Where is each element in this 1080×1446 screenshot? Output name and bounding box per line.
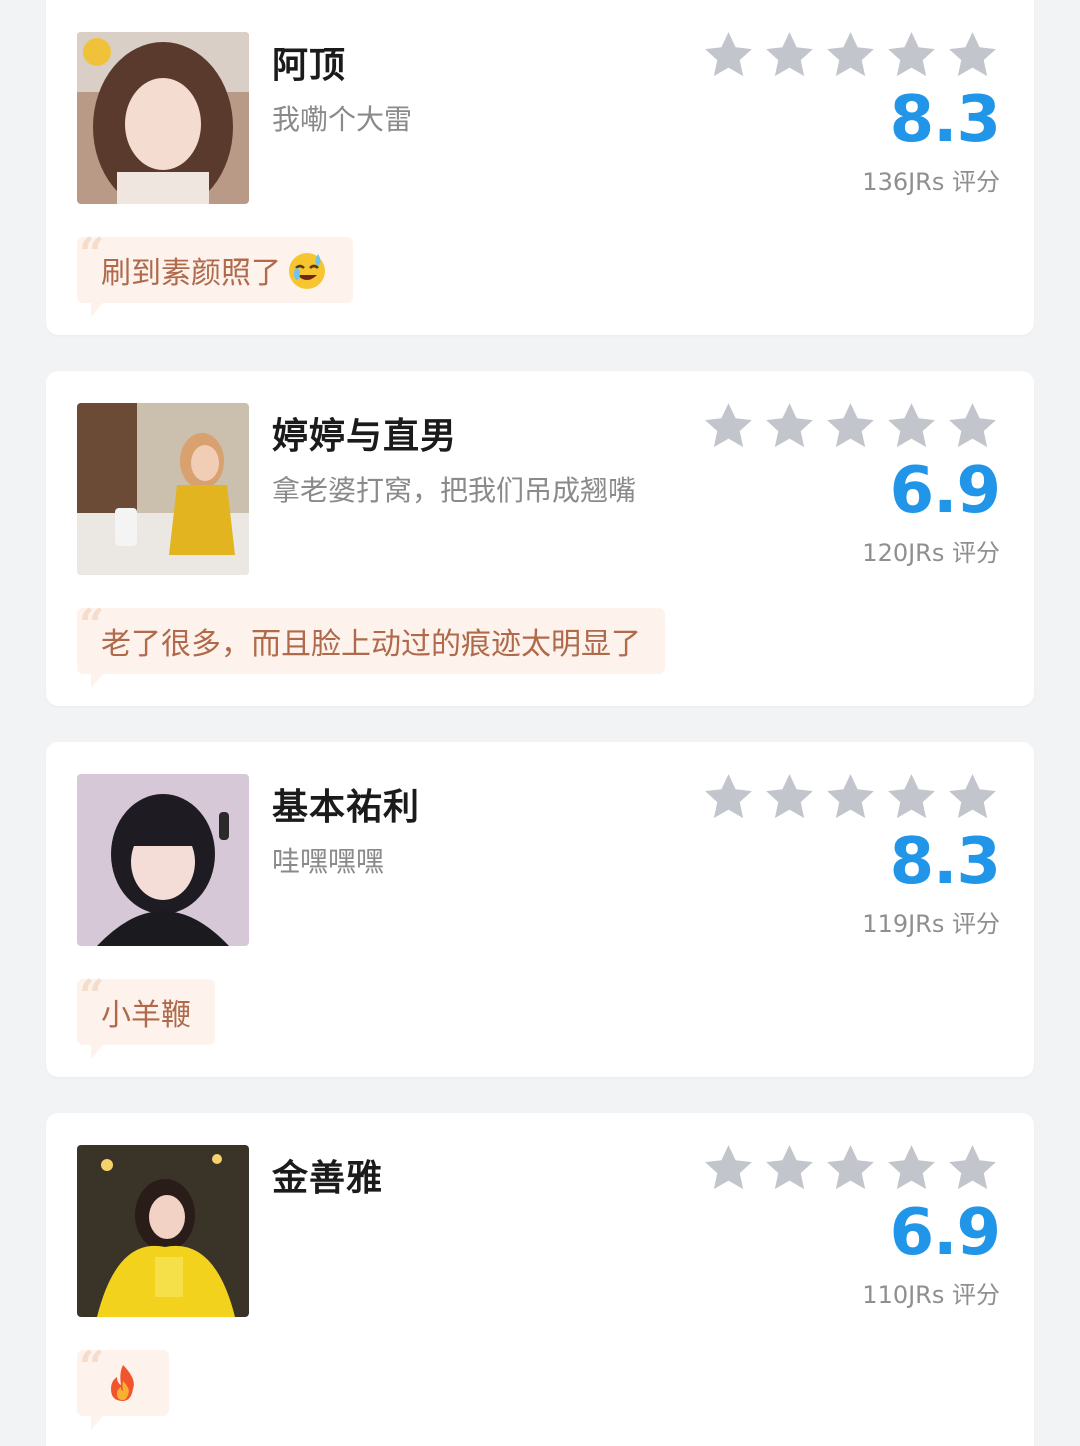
star-icon[interactable] — [701, 399, 756, 454]
rating-card[interactable]: 阿顶 我嘞个大雷 8.3 136JRs 评分 “ 刷到素颜照了 — [46, 0, 1034, 335]
star-icon[interactable] — [823, 770, 878, 825]
creator-subtitle: 拿老婆打窝，把我们吊成翘嘴 — [272, 474, 637, 507]
comment-text: 小羊鞭 — [101, 998, 191, 1033]
rating-card[interactable]: 金善雅 6.9 110JRs 评分 “ — [46, 1113, 1034, 1446]
score-value: 8.3 — [889, 825, 1001, 899]
star-rating[interactable] — [701, 770, 1000, 825]
avatar[interactable] — [77, 403, 249, 575]
sweat-laugh-emoji-icon — [285, 248, 329, 292]
creator-name: 婷婷与直男 — [272, 416, 458, 457]
avatar[interactable] — [77, 32, 249, 204]
creator-name: 金善雅 — [272, 1158, 384, 1199]
rating-count: 136JRs 评分 — [862, 168, 1000, 196]
star-icon[interactable] — [701, 28, 756, 83]
rating-card[interactable]: 婷婷与直男 拿老婆打窝，把我们吊成翘嘴 6.9 120JRs 评分 “ 老了很多… — [46, 371, 1034, 706]
rating-count: 119JRs 评分 — [862, 910, 1000, 938]
creator-subtitle: 我嘞个大雷 — [272, 103, 413, 136]
star-rating[interactable] — [701, 399, 1000, 454]
avatar[interactable] — [77, 774, 249, 946]
star-icon[interactable] — [945, 28, 1000, 83]
rating-count: 120JRs 评分 — [862, 539, 1000, 567]
star-icon[interactable] — [762, 28, 817, 83]
avatar[interactable] — [77, 1145, 249, 1317]
star-icon[interactable] — [945, 1141, 1000, 1196]
top-comment[interactable]: “ 老了很多，而且脸上动过的痕迹太明显了 — [77, 604, 665, 688]
star-rating[interactable] — [701, 1141, 1000, 1196]
star-icon[interactable] — [945, 399, 1000, 454]
star-icon[interactable] — [884, 28, 939, 83]
star-icon[interactable] — [701, 1141, 756, 1196]
score-value: 6.9 — [889, 1196, 1001, 1270]
creator-name: 阿顶 — [272, 45, 347, 86]
score-value: 8.3 — [889, 83, 1001, 157]
star-icon[interactable] — [762, 770, 817, 825]
score-value: 6.9 — [889, 454, 1001, 528]
comment-text: 老了很多，而且脸上动过的痕迹太明显了 — [101, 627, 641, 662]
star-icon[interactable] — [884, 399, 939, 454]
star-icon[interactable] — [823, 399, 878, 454]
star-icon[interactable] — [884, 770, 939, 825]
creator-name: 基本祐利 — [272, 787, 421, 828]
top-comment[interactable]: “ — [77, 1346, 169, 1430]
rating-card[interactable]: 基本祐利 哇嘿嘿嘿 8.3 119JRs 评分 “ 小羊鞭 — [46, 742, 1034, 1077]
rating-count: 110JRs 评分 — [862, 1281, 1000, 1309]
star-icon[interactable] — [884, 1141, 939, 1196]
top-comment[interactable]: “ 刷到素颜照了 — [77, 233, 353, 317]
comment-text: 刷到素颜照了 — [101, 256, 281, 291]
star-rating[interactable] — [701, 28, 1000, 83]
star-icon[interactable] — [762, 399, 817, 454]
star-icon[interactable] — [945, 770, 1000, 825]
rating-list: 阿顶 我嘞个大雷 8.3 136JRs 评分 “ 刷到素颜照了 婷婷与直男 拿老… — [0, 0, 1080, 1446]
top-comment[interactable]: “ 小羊鞭 — [77, 975, 215, 1059]
star-icon[interactable] — [701, 770, 756, 825]
fire-emoji-icon — [101, 1361, 145, 1405]
creator-subtitle: 哇嘿嘿嘿 — [272, 845, 385, 878]
star-icon[interactable] — [762, 1141, 817, 1196]
star-icon[interactable] — [823, 1141, 878, 1196]
star-icon[interactable] — [823, 28, 878, 83]
